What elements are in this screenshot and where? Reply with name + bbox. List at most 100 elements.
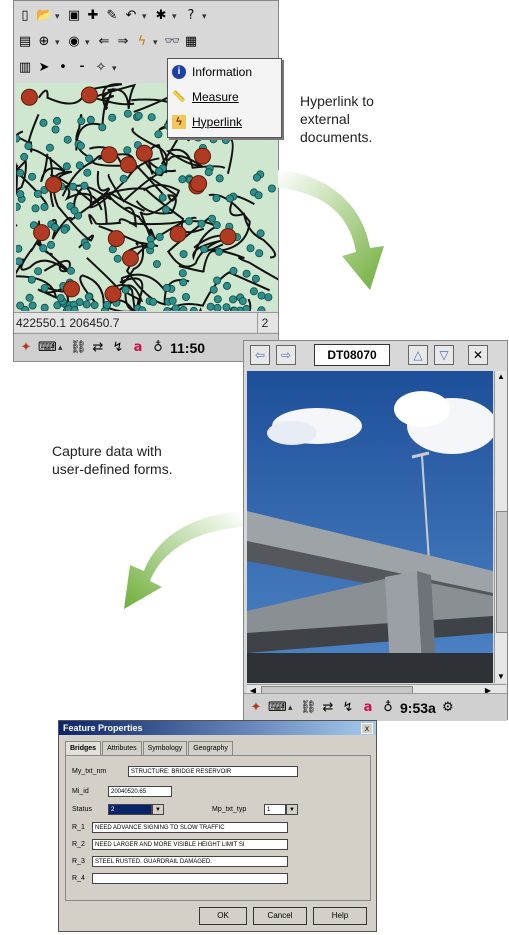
my-txt-nm-field[interactable]: STRUCTURE: BRIDGE RESERVOIR [128, 766, 298, 777]
zoom-icon[interactable]: ⊕ [36, 34, 52, 50]
map-node-large[interactable] [100, 146, 118, 164]
chevron-up-icon[interactable]: ▴ [288, 702, 296, 713]
edit-layer-icon[interactable]: ▥ [17, 60, 33, 76]
start-icon[interactable]: ✦ [18, 340, 34, 356]
keyboard-icon[interactable]: ⌨ [268, 700, 287, 716]
map-node-small [75, 161, 84, 170]
app-a-icon[interactable]: a [360, 700, 376, 716]
menu-item-measure[interactable]: 📏 Measure [168, 84, 281, 109]
map-node-large[interactable] [169, 225, 187, 243]
chevron-up-icon[interactable]: ▴ [58, 342, 66, 353]
map-node-small [63, 135, 72, 144]
add-layer-icon[interactable]: ✚ [85, 8, 101, 24]
map-node-large[interactable] [121, 249, 139, 267]
down-triangle-icon[interactable]: ▽ [434, 345, 454, 365]
map-node-large[interactable] [45, 176, 63, 194]
scroll-up-icon[interactable]: ▲ [495, 371, 507, 383]
vertex-icon[interactable]: ✧ [93, 60, 109, 76]
back-arrow-icon[interactable]: ⇐ [96, 34, 112, 50]
map-node-large[interactable] [190, 175, 208, 193]
map-toolbar-row-1: ▯ 📂 ▾ ▣ ✚ ✎ ↶ ▾ ✱ ▾ ? ▾ [14, 3, 278, 29]
next-arrow-icon[interactable]: ⇨ [276, 345, 296, 365]
map-node-small [27, 275, 36, 284]
sync-icon[interactable]: ⇄ [320, 700, 336, 716]
previous-arrow-icon[interactable]: ⇦ [250, 345, 270, 365]
menu-item-information[interactable]: i Information [168, 59, 281, 84]
scroll-down-icon[interactable]: ▼ [495, 671, 507, 683]
network-icon[interactable]: ⛓ [70, 340, 87, 356]
chevron-down-icon[interactable]: ▾ [55, 37, 63, 48]
r3-field[interactable]: STEEL RUSTED. GUARDRAIL DAMAGED. [92, 856, 288, 867]
edit-icon[interactable]: ✎ [104, 8, 120, 24]
battery-icon[interactable]: ♁ [150, 340, 166, 356]
undo-icon[interactable]: ↶ [123, 8, 139, 24]
tab-attributes[interactable]: Attributes [102, 741, 142, 756]
vertical-scrollbar[interactable]: ▲ ▼ [494, 371, 508, 683]
chevron-down-icon[interactable]: ▼ [286, 804, 298, 815]
map-node-large[interactable] [119, 156, 137, 174]
layers-icon[interactable]: ▤ [17, 34, 33, 50]
new-document-icon[interactable]: ▯ [17, 8, 33, 24]
settings-icon[interactable]: ⚙ [440, 700, 456, 716]
add-line-icon[interactable]: ⁃ [74, 60, 90, 76]
up-triangle-icon[interactable]: △ [408, 345, 428, 365]
map-node-small [171, 304, 180, 311]
chevron-down-icon[interactable]: ▾ [202, 11, 210, 22]
tab-symbology[interactable]: Symbology [142, 741, 188, 756]
pointer-icon[interactable]: ➤ [36, 60, 52, 76]
map-node-large[interactable] [63, 280, 80, 298]
add-point-icon[interactable]: • [55, 60, 71, 76]
save-icon[interactable]: ▣ [66, 8, 82, 24]
ok-button[interactable]: OK [199, 907, 247, 925]
identify-lightning-icon[interactable]: ϟ [134, 34, 150, 50]
r4-field[interactable] [92, 873, 288, 884]
tab-bridges[interactable]: Bridges [65, 741, 102, 756]
r1-field[interactable]: NEED ADVANCE SIGNING TO SLOW TRAFFIC [92, 822, 288, 833]
signal-icon[interactable]: ↯ [340, 700, 356, 716]
app-a-icon[interactable]: a [130, 340, 146, 356]
help-icon[interactable]: ? [183, 8, 199, 24]
chevron-down-icon[interactable]: ▾ [172, 11, 180, 22]
network-icon[interactable]: ⛓ [300, 700, 317, 716]
field-label: R_2 [72, 841, 85, 848]
map-node-large[interactable] [219, 228, 237, 246]
map-node-large[interactable] [20, 88, 38, 106]
gps-icon[interactable]: ✱ [153, 8, 169, 24]
table-icon[interactable]: ▦ [183, 34, 199, 50]
chevron-down-icon[interactable]: ▾ [153, 37, 161, 48]
map-node-large[interactable] [104, 285, 122, 303]
chevron-down-icon[interactable]: ▾ [55, 11, 63, 22]
status-select[interactable]: 2 [108, 804, 152, 815]
open-folder-icon[interactable]: 📂 [36, 8, 52, 24]
scroll-thumb[interactable] [496, 511, 508, 633]
map-node-small [206, 302, 215, 311]
chevron-down-icon[interactable]: ▾ [142, 11, 150, 22]
start-icon[interactable]: ✦ [248, 700, 264, 716]
chevron-down-icon[interactable]: ▼ [152, 804, 164, 815]
mi-id-field[interactable]: 20040520.65 [108, 786, 172, 797]
chevron-down-icon[interactable]: ▾ [112, 63, 120, 74]
forward-arrow-icon[interactable]: ⇒ [115, 34, 131, 50]
sync-icon[interactable]: ⇄ [90, 340, 106, 356]
globe-icon[interactable]: ◉ [66, 34, 82, 50]
chevron-down-icon[interactable]: ▾ [85, 37, 93, 48]
field-label: R_4 [72, 875, 85, 882]
find-binoculars-icon[interactable]: 👓 [164, 34, 180, 50]
r2-field[interactable]: NEED LARGER AND MORE VISIBLE HEIGHT LIMI… [92, 839, 288, 850]
map-node-large[interactable] [194, 147, 211, 165]
map-node-large[interactable] [80, 86, 98, 104]
close-icon[interactable]: x [361, 723, 373, 734]
menu-item-hyperlink[interactable]: ϟ Hyperlink [168, 109, 281, 134]
close-icon[interactable]: ✕ [468, 345, 488, 365]
help-button[interactable]: Help [313, 907, 367, 925]
keyboard-icon[interactable]: ⌨ [38, 340, 57, 356]
map-node-large[interactable] [33, 224, 51, 242]
cancel-button[interactable]: Cancel [253, 907, 307, 925]
signal-icon[interactable]: ↯ [110, 340, 126, 356]
field-label: R_3 [72, 858, 85, 865]
map-node-large[interactable] [135, 144, 153, 162]
type-select[interactable]: 1 [264, 804, 286, 815]
battery-icon[interactable]: ♁ [380, 700, 396, 716]
tab-geography[interactable]: Geography [188, 741, 233, 756]
map-node-large[interactable] [107, 230, 125, 248]
